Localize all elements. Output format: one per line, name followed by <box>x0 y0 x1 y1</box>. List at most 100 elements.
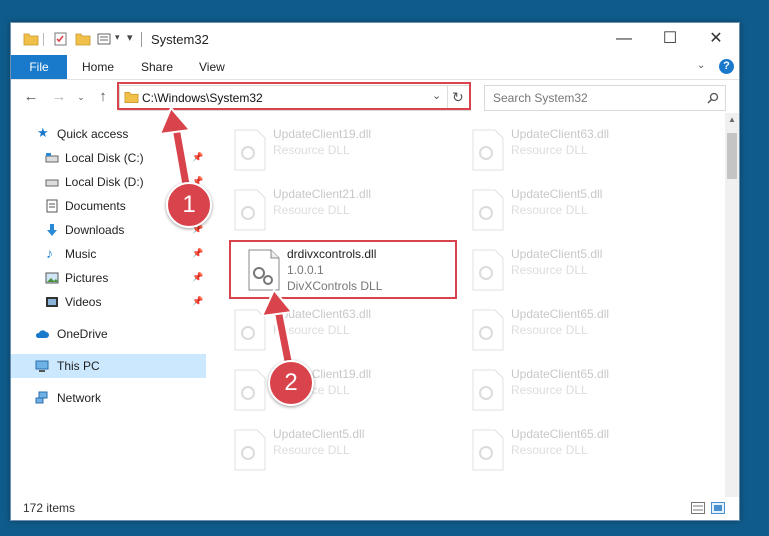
navigation-pane: ★ Quick access Local Disk (C:) 📌 Local D… <box>11 119 206 499</box>
dll-file-icon <box>234 189 266 231</box>
customize-qa-chevron-icon[interactable]: ▾ <box>115 32 120 43</box>
file-name: UpdateClient65.dll <box>511 427 610 441</box>
sidebar-item-this-pc[interactable]: This PC <box>11 354 206 378</box>
file-highlight <box>229 240 457 299</box>
tab-view[interactable]: View <box>199 55 225 79</box>
sidebar-item-label: Music <box>65 247 97 261</box>
download-icon <box>47 224 57 236</box>
search-placeholder: Search System32 <box>493 91 588 105</box>
file-tile[interactable]: UpdateClient63.dll Resource DLL <box>465 121 685 177</box>
search-input[interactable]: Search System32 <box>484 85 726 111</box>
file-name: UpdateClient65.dll <box>511 367 610 381</box>
status-bar: 172 items <box>11 497 739 520</box>
sidebar-item-label: Local Disk (D:) <box>65 175 144 189</box>
sidebar-item-label: Quick access <box>57 127 129 141</box>
scroll-up-arrow-icon[interactable]: ▲ <box>728 115 736 124</box>
new-folder-icon[interactable] <box>75 32 91 46</box>
help-icon[interactable]: ? <box>719 59 734 74</box>
file-tile[interactable]: UpdateClient65.dll Resource DLL <box>465 301 685 357</box>
search-icon <box>707 92 719 104</box>
window-title: System32 <box>151 32 209 47</box>
back-arrow-icon[interactable]: ← <box>21 87 41 107</box>
sidebar-item-pictures[interactable]: Pictures 📌 <box>11 266 206 290</box>
file-type: Resource DLL <box>273 443 350 457</box>
file-name: UpdateClient5.dll <box>273 427 365 441</box>
sidebar-item-videos[interactable]: Videos 📌 <box>11 290 206 314</box>
file-tile[interactable]: UpdateClient19.dll Resource DLL <box>227 361 447 417</box>
step-2-badge: 2 <box>268 360 314 406</box>
cloud-icon <box>35 330 49 338</box>
file-name: UpdateClient5.dll <box>511 247 603 261</box>
file-list: UpdateClient19.dll Resource DLL UpdateCl… <box>207 119 725 499</box>
ribbon-tabs: File Home Share View ⌄ ? <box>11 55 739 80</box>
sidebar-item-network[interactable]: Network <box>11 386 206 410</box>
documents-icon <box>46 199 58 213</box>
properties-icon[interactable] <box>53 32 69 46</box>
network-icon <box>35 391 48 404</box>
file-type: Resource DLL <box>511 323 588 337</box>
view-options-icon[interactable] <box>97 32 113 46</box>
file-tile[interactable]: UpdateClient21.dll Resource DLL <box>227 181 447 237</box>
dll-file-icon <box>472 429 504 471</box>
sidebar-item-onedrive[interactable]: OneDrive <box>11 322 206 346</box>
dll-file-icon <box>472 189 504 231</box>
star-icon: ★ <box>37 125 49 140</box>
maximize-button[interactable]: ☐ <box>647 23 693 55</box>
title-separator <box>141 32 142 47</box>
file-type: Resource DLL <box>273 323 350 337</box>
sidebar-item-label: Videos <box>65 295 102 309</box>
expand-ribbon-chevron-icon[interactable]: ⌄ <box>697 60 705 71</box>
dll-file-icon <box>472 309 504 351</box>
file-tile[interactable]: UpdateClient5.dll Resource DLL <box>465 181 685 237</box>
file-tile[interactable]: UpdateClient65.dll Resource DLL <box>465 421 685 477</box>
dll-file-icon <box>472 369 504 411</box>
recent-locations-chevron-icon[interactable]: ⌄ <box>71 87 91 107</box>
sidebar-item-quick-access[interactable]: ★ Quick access <box>11 122 206 146</box>
file-type: Resource DLL <box>511 443 588 457</box>
step-1-badge: 1 <box>166 182 212 228</box>
file-tile[interactable]: UpdateClient5.dll Resource DLL <box>465 241 685 297</box>
pin-icon: 📌 <box>192 248 204 258</box>
file-type: Resource DLL <box>273 143 350 157</box>
music-icon: ♪ <box>46 245 53 261</box>
minimize-button[interactable]: — <box>601 23 647 55</box>
title-bar: ▾ ▾ System32 — ☐ ✕ <box>11 23 739 55</box>
pin-icon: 📌 <box>192 152 204 162</box>
file-type: Resource DLL <box>511 263 588 277</box>
vertical-scrollbar[interactable]: ▲ <box>725 113 739 503</box>
file-name: UpdateClient63.dll <box>511 127 610 141</box>
sidebar-item-label: This PC <box>57 359 100 373</box>
file-name: UpdateClient19.dll <box>273 127 372 141</box>
sidebar-item-music[interactable]: ♪ Music 📌 <box>11 242 206 266</box>
sidebar-item-label: Pictures <box>65 271 109 285</box>
sidebar-item-local-disk-c[interactable]: Local Disk (C:) 📌 <box>11 146 206 170</box>
sidebar-item-label: OneDrive <box>57 327 108 341</box>
file-name: UpdateClient63.dll <box>273 307 372 321</box>
forward-arrow-icon[interactable]: → <box>49 87 69 107</box>
sidebar-item-label: Downloads <box>65 223 125 237</box>
large-icons-view-icon[interactable] <box>711 502 725 514</box>
drive-icon <box>45 179 59 187</box>
pin-icon: 📌 <box>192 296 204 306</box>
tab-file[interactable]: File <box>11 55 67 79</box>
dll-file-icon <box>234 429 266 471</box>
tab-share[interactable]: Share <box>141 55 173 79</box>
file-tile[interactable]: UpdateClient63.dll Resource DLL <box>227 301 447 357</box>
dll-file-icon <box>234 369 266 411</box>
file-type: Resource DLL <box>511 203 588 217</box>
file-tile[interactable]: UpdateClient65.dll Resource DLL <box>465 361 685 417</box>
tab-home[interactable]: Home <box>82 55 114 79</box>
scroll-thumb[interactable] <box>727 133 737 179</box>
file-tile[interactable]: UpdateClient5.dll Resource DLL <box>227 421 447 477</box>
close-button[interactable]: ✕ <box>693 23 739 55</box>
file-type: Resource DLL <box>273 203 350 217</box>
up-arrow-icon[interactable]: ↑ <box>93 87 113 107</box>
folder-icon <box>23 33 39 46</box>
details-view-icon[interactable] <box>691 502 705 514</box>
qa-dropdown-icon[interactable]: ▾ <box>127 31 133 44</box>
sidebar-item-label: Local Disk (C:) <box>65 151 144 165</box>
dll-file-icon <box>472 249 504 291</box>
file-tile[interactable]: UpdateClient19.dll Resource DLL <box>227 121 447 177</box>
item-count: 172 items <box>23 501 76 515</box>
qa-separator <box>43 33 44 46</box>
